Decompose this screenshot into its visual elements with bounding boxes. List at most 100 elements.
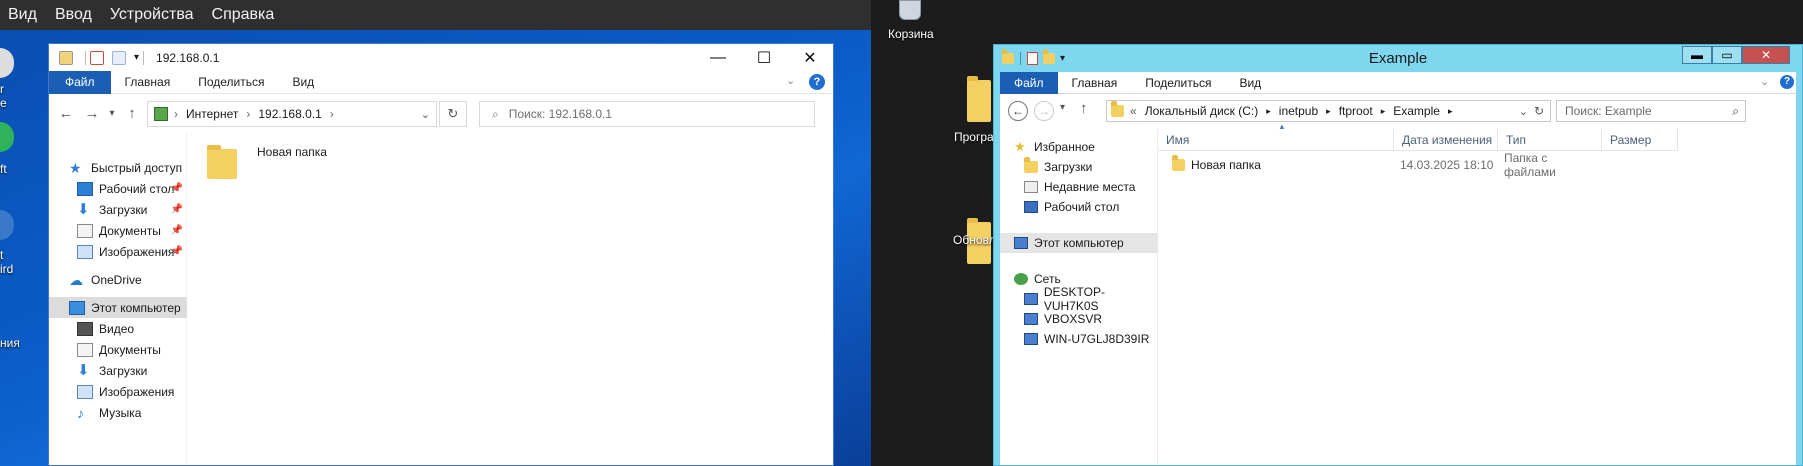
breadcrumb-example[interactable]: Example [1393, 104, 1440, 118]
address-bar[interactable]: › Интернет › 192.168.0.1 › ⌄ [147, 101, 437, 127]
refresh-button[interactable]: ↻ [1534, 104, 1544, 118]
desktop-icon-fragment[interactable] [0, 210, 14, 240]
column-header-name[interactable]: Имя [1158, 129, 1394, 150]
tab-share[interactable]: Поделиться [184, 71, 278, 94]
window-title: 192.168.0.1 [156, 50, 220, 65]
breadcrumb-chevron-icon[interactable]: ▸ [1266, 106, 1271, 117]
sidebar-item-network-host[interactable]: DESKTOP-VUH7K0S [1000, 285, 1158, 313]
maximize-button[interactable]: ▭ [1712, 46, 1742, 64]
sidebar-item-music[interactable]: ♪ Музыка [49, 402, 187, 423]
star-icon: ★ [1014, 139, 1026, 154]
column-header-modified[interactable]: Дата изменения [1394, 129, 1498, 150]
desktop-icon-fragment[interactable] [0, 48, 14, 78]
desktop-icon-label[interactable]: Корзина [888, 27, 934, 41]
recycle-bin-icon[interactable] [899, 0, 921, 20]
back-button[interactable]: ← [1008, 101, 1028, 121]
search-input[interactable]: Поиск: Example ⌕ [1556, 100, 1746, 122]
address-dropdown-icon[interactable]: ⌄ [421, 108, 430, 121]
back-button[interactable]: ← [53, 105, 79, 122]
minimize-button[interactable]: ▬ [1682, 46, 1712, 64]
breadcrumb-chevron-icon[interactable]: ▸ [1381, 106, 1386, 117]
vm-menu-devices[interactable]: Устройства [110, 6, 194, 24]
folder-icon[interactable] [967, 76, 991, 122]
tab-share[interactable]: Поделиться [1131, 72, 1225, 94]
pin-icon[interactable]: 📌 [171, 246, 183, 257]
table-row[interactable]: Новая папка 14.03.2025 18:10 Папка с фай… [1158, 151, 1678, 179]
sidebar-item-pictures[interactable]: Изображения 📌 [49, 241, 187, 262]
tab-file[interactable]: Файл [49, 70, 111, 94]
desktop-icon-label[interactable]: Програ [954, 130, 994, 144]
close-button[interactable]: ✕ [787, 44, 833, 71]
search-input[interactable]: ⌕ Поиск: 192.168.0.1 [479, 101, 815, 127]
properties-icon[interactable] [59, 50, 73, 65]
help-icon[interactable]: ? [1780, 75, 1794, 89]
sidebar-item-documents-pc[interactable]: Документы [49, 339, 187, 360]
close-button[interactable]: ✕ [1742, 46, 1790, 64]
tab-file[interactable]: Файл [1000, 71, 1058, 94]
minimize-button[interactable]: — [695, 44, 741, 71]
cell-name: Новая папка [1191, 158, 1261, 172]
checklist-icon[interactable] [90, 50, 104, 65]
pin-icon[interactable]: 📌 [171, 183, 183, 194]
sidebar-item-recent-places[interactable]: Недавние места [1000, 177, 1158, 197]
sidebar-item-pictures-pc[interactable]: Изображения [49, 381, 187, 402]
sidebar-item-desktop[interactable]: Рабочий стол 📌 [49, 178, 187, 199]
sidebar-item-this-pc[interactable]: Этот компьютер [1000, 233, 1158, 253]
desktop-icon-label[interactable]: Обновл [953, 233, 996, 247]
help-icon[interactable]: ? [809, 74, 825, 90]
address-bar[interactable]: « Локальный диск (C:) ▸ inetpub ▸ ftproo… [1106, 100, 1551, 122]
sidebar-item-downloads[interactable]: ⬇ Загрузки 📌 [49, 199, 187, 220]
forward-button[interactable]: → [1034, 101, 1054, 121]
pin-icon[interactable]: 📌 [171, 204, 183, 215]
quick-access-dropdown-icon[interactable]: ▾ [134, 52, 139, 63]
up-button[interactable]: ↑ [1080, 100, 1088, 117]
maximize-button[interactable]: ☐ [741, 44, 787, 71]
sidebar-item-downloads-pc[interactable]: ⬇ Загрузки [49, 360, 187, 381]
sidebar-item-downloads[interactable]: Загрузки [1000, 157, 1158, 177]
vm-menu-help[interactable]: Справка [212, 6, 275, 24]
sidebar-item-network-host[interactable]: VBOXSVR [1000, 309, 1158, 329]
ribbon-expand-icon[interactable]: ⌄ [786, 74, 795, 87]
breadcrumb-chevron-icon[interactable]: ▸ [1326, 106, 1331, 117]
pin-icon[interactable]: 📌 [171, 225, 183, 236]
new-folder-icon[interactable] [112, 50, 126, 65]
breadcrumb-internet[interactable]: Интернет [186, 107, 238, 121]
breadcrumb-chevron-icon[interactable]: › [174, 107, 178, 121]
sidebar-item-documents[interactable]: Документы 📌 [49, 220, 187, 241]
breadcrumb-host[interactable]: 192.168.0.1 [258, 107, 321, 121]
sidebar-item-this-pc[interactable]: Этот компьютер [49, 297, 187, 318]
breadcrumb-drive[interactable]: Локальный диск (C:) [1145, 104, 1259, 118]
tab-view[interactable]: Вид [278, 71, 328, 94]
vm-menu-view[interactable]: Вид [8, 6, 37, 24]
sidebar-item-desktop[interactable]: Рабочий стол [1000, 197, 1158, 217]
desktop-icon-fragment[interactable] [0, 122, 14, 152]
recent-dropdown-icon[interactable]: ▾ [1060, 102, 1065, 113]
ribbon-expand-icon[interactable]: ⌄ [1760, 75, 1769, 88]
sidebar-item-video[interactable]: Видео [49, 318, 187, 339]
sidebar-item-quick-access[interactable]: ★ Быстрый доступ [49, 157, 187, 178]
tab-view[interactable]: Вид [1225, 72, 1275, 94]
breadcrumb-overflow[interactable]: « [1130, 104, 1137, 118]
refresh-button[interactable]: ↻ [439, 101, 467, 127]
vm-menu-input[interactable]: Ввод [55, 6, 92, 24]
tab-home[interactable]: Главная [1058, 72, 1132, 94]
breadcrumb-chevron-icon[interactable]: ▸ [1448, 106, 1453, 117]
breadcrumb-ftproot[interactable]: ftproot [1339, 104, 1373, 118]
list-item[interactable]: Новая папка [207, 145, 327, 179]
sidebar-item-favorites[interactable]: ★ Избранное [1000, 137, 1158, 157]
breadcrumb-inetpub[interactable]: inetpub [1279, 104, 1318, 118]
breadcrumb-chevron-icon[interactable]: › [330, 107, 334, 121]
recent-dropdown-icon[interactable]: ▾ [105, 108, 119, 119]
breadcrumb-chevron-icon[interactable]: › [246, 107, 250, 121]
address-dropdown-icon[interactable]: ⌄ [1519, 105, 1528, 118]
up-button[interactable]: ↑ [119, 105, 145, 122]
sidebar-item-network-host[interactable]: WIN-U7GLJ8D39IR [1000, 329, 1158, 349]
sidebar-item-onedrive[interactable]: ☁ OneDrive [49, 269, 187, 290]
column-header-size[interactable]: Размер [1602, 129, 1678, 150]
tab-home[interactable]: Главная [111, 71, 185, 94]
forward-button[interactable]: → [79, 105, 105, 122]
sidebar-item-label: Изображения [99, 244, 175, 259]
column-header-type[interactable]: Тип [1498, 129, 1602, 150]
ribbon-tabs: Файл Главная Поделиться Вид ⌄ ? [49, 70, 833, 94]
star-icon: ★ [69, 159, 82, 176]
